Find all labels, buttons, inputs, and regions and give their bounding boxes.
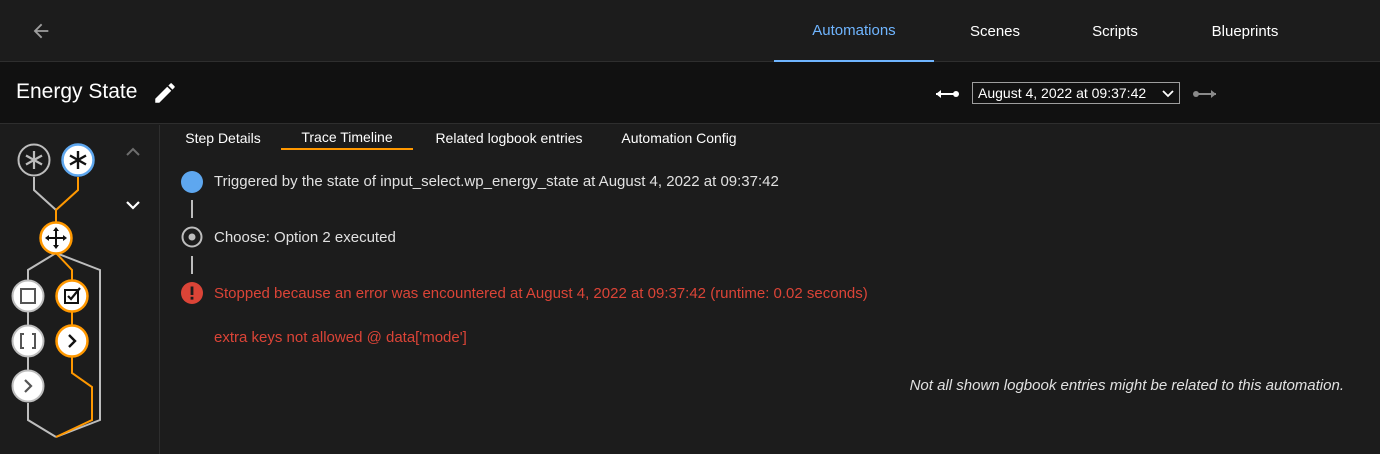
tab-blueprints[interactable]: Blueprints [1174,0,1316,62]
option-1-action-node[interactable] [11,369,45,403]
chevron-up-icon[interactable] [121,140,145,164]
back-button[interactable] [24,14,58,48]
tab-label: Trace Timeline [301,128,393,145]
selected-date: August 4, 2022 at 09:37:42 [978,85,1147,101]
tab-label: Step Details [185,129,261,146]
tab-label: Related logbook entries [435,129,583,146]
arrow-left-icon [33,23,49,39]
tab-label: Scripts [1092,22,1138,40]
tab-related-logbook[interactable]: Related logbook entries [419,125,599,150]
trace-subtabs: Step Details Trace Timeline Related logb… [161,125,1380,150]
tab-label: Blueprints [1211,22,1279,40]
trace-graph-panel [0,125,160,454]
timeline-choose-text: Choose: Option 2 executed [214,229,396,246]
option-2-condition-node[interactable] [55,279,89,313]
choose-step-icon [181,226,203,248]
trace-header: Energy State August 4, 2022 at 09:37:42 [0,62,1380,124]
trigger-dot-icon [181,171,203,193]
trace-date-select[interactable]: August 4, 2022 at 09:37:42 [972,82,1180,104]
tab-label: Automation Config [621,129,737,146]
tab-automations[interactable]: Automations [774,0,934,62]
tab-scenes[interactable]: Scenes [934,0,1056,62]
timeline-error-detail: extra keys not allowed @ data['mode'] [214,329,467,346]
pencil-icon [155,83,175,103]
older-trace-button[interactable] [930,82,962,106]
tab-scripts[interactable]: Scripts [1056,0,1174,62]
error-icon [181,282,203,304]
top-app-bar: Automations Scenes Scripts Blueprints [0,0,1380,62]
tab-trace-timeline[interactable]: Trace Timeline [281,125,413,150]
chevron-down-icon[interactable] [121,193,145,217]
tab-step-details[interactable]: Step Details [169,125,277,150]
arrow-left-bar-icon [936,90,959,98]
tab-label: Automations [812,21,896,39]
option-2-action-node[interactable] [55,324,89,358]
option-1-sequence-node[interactable] [11,324,45,358]
logbook-note: Not all shown logbook entries might be r… [909,377,1344,394]
newer-trace-button[interactable] [1190,82,1222,106]
timeline-connector [191,256,193,274]
option-1-condition-node[interactable] [11,279,45,313]
timeline-error-text: Stopped because an error was encountered… [214,285,868,302]
tab-label: Scenes [969,22,1021,40]
timeline-connector [191,200,193,218]
page-title: Energy State [16,80,138,103]
chevron-down-icon [1162,90,1174,98]
trigger-node-2[interactable] [61,143,95,177]
tab-automation-config[interactable]: Automation Config [609,125,749,150]
choose-node[interactable] [39,221,73,255]
arrow-right-bar-icon [1193,90,1216,98]
trigger-node-1[interactable] [17,143,51,177]
edit-title-button[interactable] [152,80,180,108]
trace-main: Step Details Trace Timeline Related logb… [161,125,1380,454]
timeline-trigger-text: Triggered by the state of input_select.w… [214,173,779,190]
